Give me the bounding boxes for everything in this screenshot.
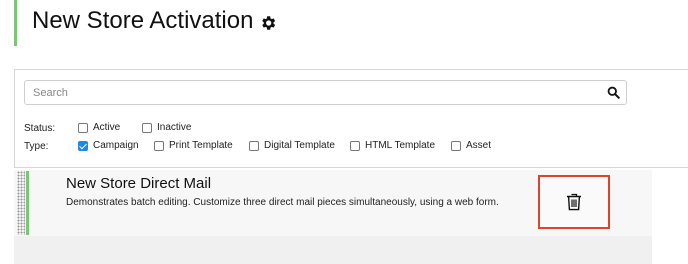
trash-icon (567, 193, 581, 211)
list-empty-area (14, 236, 652, 264)
digital-template-label: Digital Template (264, 140, 335, 151)
print-template-checkbox[interactable] (154, 140, 164, 151)
status-label: Status: (24, 123, 56, 134)
html-template-label: HTML Template (365, 140, 436, 151)
inactive-label: Inactive (157, 122, 192, 133)
card-accent-bar (26, 171, 29, 235)
inactive-checkbox[interactable] (142, 122, 152, 133)
search-icon[interactable] (607, 86, 620, 99)
type-option-asset[interactable]: Asset (451, 140, 491, 151)
status-option-inactive[interactable]: Inactive (142, 122, 191, 133)
type-option-print-template[interactable]: Print Template (154, 140, 233, 151)
campaign-checkbox[interactable] (78, 140, 88, 151)
active-checkbox[interactable] (78, 122, 88, 133)
delete-button[interactable] (538, 175, 610, 229)
type-option-campaign[interactable]: Campaign (78, 140, 139, 151)
type-option-digital-template[interactable]: Digital Template (249, 140, 335, 151)
search-box (24, 80, 627, 105)
active-label: Active (93, 122, 121, 133)
status-option-active[interactable]: Active (78, 122, 120, 133)
asset-label: Asset (466, 140, 492, 151)
card-description: Demonstrates batch editing. Customize th… (66, 197, 499, 208)
page-title: New Store Activation (32, 7, 277, 35)
page: New Store Activation Status: Active Inac… (0, 0, 688, 264)
asset-checkbox[interactable] (451, 140, 461, 151)
drag-handle[interactable] (17, 171, 25, 235)
campaign-label: Campaign (93, 140, 139, 151)
digital-template-checkbox[interactable] (249, 140, 259, 151)
gear-icon[interactable] (259, 14, 277, 32)
html-template-checkbox[interactable] (350, 140, 360, 151)
header-accent-bar (14, 0, 17, 46)
print-template-label: Print Template (169, 140, 233, 151)
page-title-text: New Store Activation (32, 7, 254, 34)
search-input[interactable] (33, 84, 593, 102)
card-title[interactable]: New Store Direct Mail (66, 175, 211, 192)
type-label: Type: (24, 141, 49, 152)
type-option-html-template[interactable]: HTML Template (350, 140, 435, 151)
